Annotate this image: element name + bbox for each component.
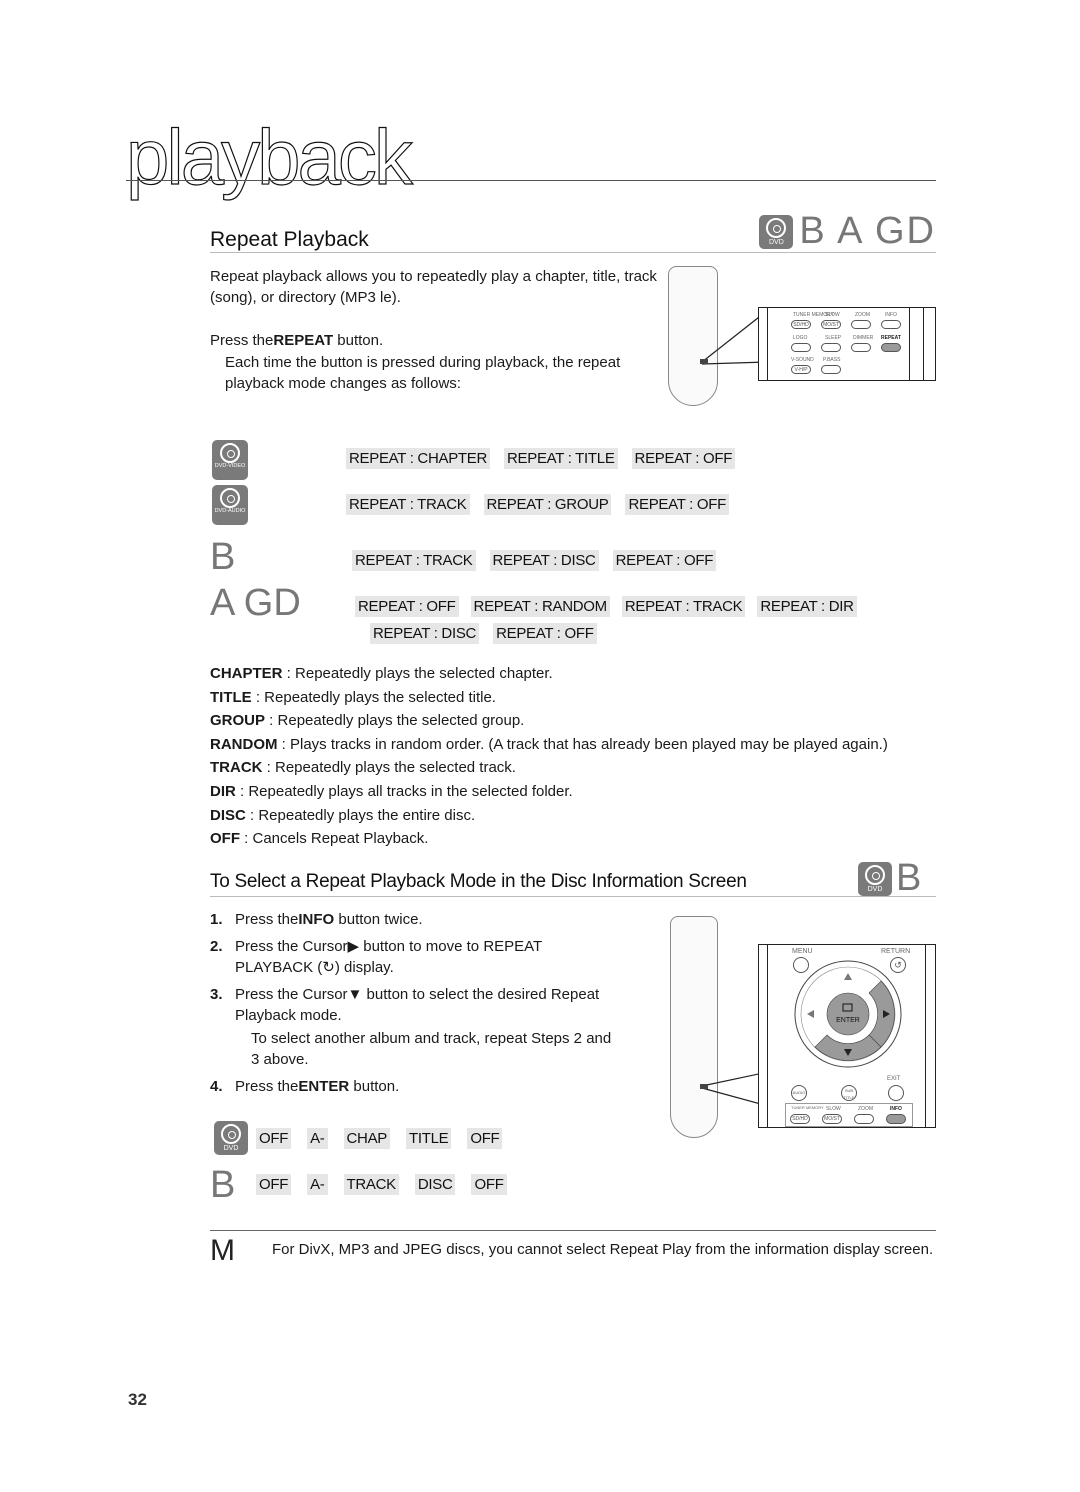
enter-label: ENTER — [836, 1017, 860, 1024]
dvd-audio-mode-sequence: REPEAT : TRACK REPEAT : GROUP REPEAT : O… — [346, 494, 729, 515]
mode-chip: REPEAT : OFF — [631, 448, 736, 469]
remote-dimmer-button — [851, 343, 871, 352]
disc-type-b-letter: B — [896, 857, 924, 899]
dvd-video-mode-sequence: REPEAT : CHAPTER REPEAT : TITLE REPEAT :… — [346, 448, 736, 469]
dvd-info-mode-sequence: OFF A- CHAP TITLE OFF — [256, 1128, 503, 1149]
mode-chip: OFF — [256, 1128, 292, 1149]
mode-chip: REPEAT : CHAPTER — [346, 448, 491, 469]
mode-chip: REPEAT : TRACK — [346, 494, 470, 515]
subsection-disc-badges: DVD B — [858, 857, 923, 900]
mode-chip: REPEAT : DISC — [370, 623, 480, 644]
disc-type-agd-letters: A GD — [210, 582, 301, 624]
remote-info-button-highlighted — [886, 1114, 906, 1124]
definition-item: TRACK : Repeatedly plays the selected tr… — [210, 759, 516, 777]
mode-chip: REPEAT : TRACK — [621, 596, 746, 617]
mode-chip: TITLE — [405, 1128, 452, 1149]
definition-item: RANDOM : Plays tracks in random order. (… — [210, 735, 888, 753]
remote-info-button — [881, 320, 901, 329]
mode-chip: REPEAT : TITLE — [504, 448, 618, 469]
intro-note: Each time the button is pressed during p… — [225, 354, 621, 392]
mode-chip: REPEAT : DIR — [757, 596, 857, 617]
mode-chip: OFF — [256, 1174, 292, 1195]
disc-type-b-letter: B — [210, 536, 236, 578]
exit-button-icon — [888, 1085, 904, 1101]
section-title: Repeat Playback — [210, 228, 369, 251]
agd-mode-sequence-row2: REPEAT : DISC REPEAT : OFF — [370, 623, 597, 644]
step-item: 1. Press theINFO button twice. — [210, 911, 423, 928]
step-note: To select another album and track, repea… — [251, 1030, 612, 1068]
remote-pbass-button — [821, 365, 841, 374]
definition-item: DIR : Repeatedly plays all tracks in the… — [210, 782, 573, 800]
remote-vsound-button: V-H/P — [791, 365, 811, 374]
remote-logo-button — [791, 343, 811, 352]
remote-zoom-button — [851, 320, 871, 329]
note-text: For DivX, MP3 and JPEG discs, you cannot… — [272, 1241, 934, 1258]
mode-chip: TRACK — [343, 1174, 399, 1195]
remote-repeat-button-highlighted — [881, 343, 901, 352]
mode-chip: DISC — [414, 1174, 456, 1195]
remote-zoom-panel-repeat: TUNER MEMORY SD/HD SLOW MO/ST ZOOM INFO … — [758, 307, 936, 381]
b-mode-sequence: REPEAT : TRACK REPEAT : DISC REPEAT : OF… — [352, 550, 717, 571]
dvd-video-icon: DVD-VIDEO — [212, 440, 248, 480]
mode-chip: REPEAT : GROUP — [483, 494, 612, 515]
definition-item: CHAPTER : Repeatedly plays the selected … — [210, 665, 553, 682]
subsection-title: To Select a Repeat Playback Mode in the … — [210, 871, 747, 892]
mode-chip: REPEAT : TRACK — [352, 550, 476, 571]
mode-chip: REPEAT : OFF — [625, 494, 729, 515]
mode-chip: OFF — [467, 1128, 503, 1149]
page-number: 32 — [128, 1390, 147, 1409]
remote-most-button: MO/ST — [821, 320, 841, 329]
dvd-icon: DVD — [214, 1121, 248, 1155]
chapter-title: playback — [125, 113, 413, 201]
press-repeat-instruction: Press theREPEAT button. — [210, 332, 384, 349]
agd-mode-sequence-row1: REPEAT : OFF REPEAT : RANDOM REPEAT : TR… — [355, 596, 857, 617]
mode-chip: REPEAT : OFF — [355, 596, 459, 617]
intro-text: Repeat playback allows you to repeatedly… — [210, 268, 657, 306]
step-item: 3. Press the Cursor▼ button to select th… — [210, 986, 600, 1024]
section-disc-badges: DVD B A GD — [759, 210, 936, 253]
repeat-button-label: REPEAT — [273, 332, 334, 349]
remote-sdhd-button: SD/HD — [791, 320, 811, 329]
definition-item: DISC : Repeatedly plays the entire disc. — [210, 806, 476, 824]
b-info-mode-sequence: OFF A- TRACK DISC OFF — [256, 1174, 507, 1195]
mode-chip: OFF — [471, 1174, 507, 1195]
mode-chip: REPEAT : DISC — [489, 550, 599, 571]
remote-zoom-panel-navigation: MENU RETURN ↺ ENTER EXIT AUDIO SUB TITLE… — [758, 944, 936, 1128]
mode-chip: CHAP — [343, 1128, 390, 1149]
audio-button: AUDIO — [791, 1085, 807, 1101]
mode-chip: A- — [307, 1128, 328, 1149]
disc-type-letters: B A GD — [799, 210, 936, 252]
remote-button-row: TUNER MEMORY SLOW ZOOM INFO SD/HD MO/ST — [785, 1103, 913, 1127]
note-marker-icon: M — [210, 1234, 235, 1267]
definition-item: GROUP : Repeatedly plays the selected gr… — [210, 712, 525, 730]
mode-definitions: CHAPTER : Repeatedly plays the selected … — [210, 662, 950, 851]
disc-type-b-letter: B — [210, 1164, 236, 1206]
dvd-icon: DVD — [759, 214, 794, 249]
mode-chip: A- — [307, 1174, 328, 1195]
steps-list: 1. Press theINFO button twice. 2. Press … — [210, 909, 660, 1097]
definition-item: TITLE : Repeatedly plays the selected ti… — [210, 688, 496, 706]
mode-chip: REPEAT : OFF — [612, 550, 717, 571]
step-item: 2. Press the Cursor▶ button to move to R… — [210, 938, 543, 976]
definition-item: OFF : Cancels Repeat Playback. — [210, 830, 429, 848]
chapter-rule — [126, 180, 936, 181]
dvd-audio-icon: DVD-AUDIO — [212, 485, 248, 525]
note-rule — [210, 1230, 936, 1231]
mode-chip: REPEAT : RANDOM — [470, 596, 610, 617]
remote-sleep-button — [821, 343, 841, 352]
directional-pad: ENTER — [794, 960, 902, 1068]
subtitle-button: SUB TITLE — [841, 1085, 857, 1101]
mode-chip: REPEAT : OFF — [493, 623, 597, 644]
subsection-rule — [210, 896, 936, 897]
step-item: 4. Press theENTER button. — [210, 1078, 400, 1095]
dvd-icon: DVD — [858, 861, 892, 896]
